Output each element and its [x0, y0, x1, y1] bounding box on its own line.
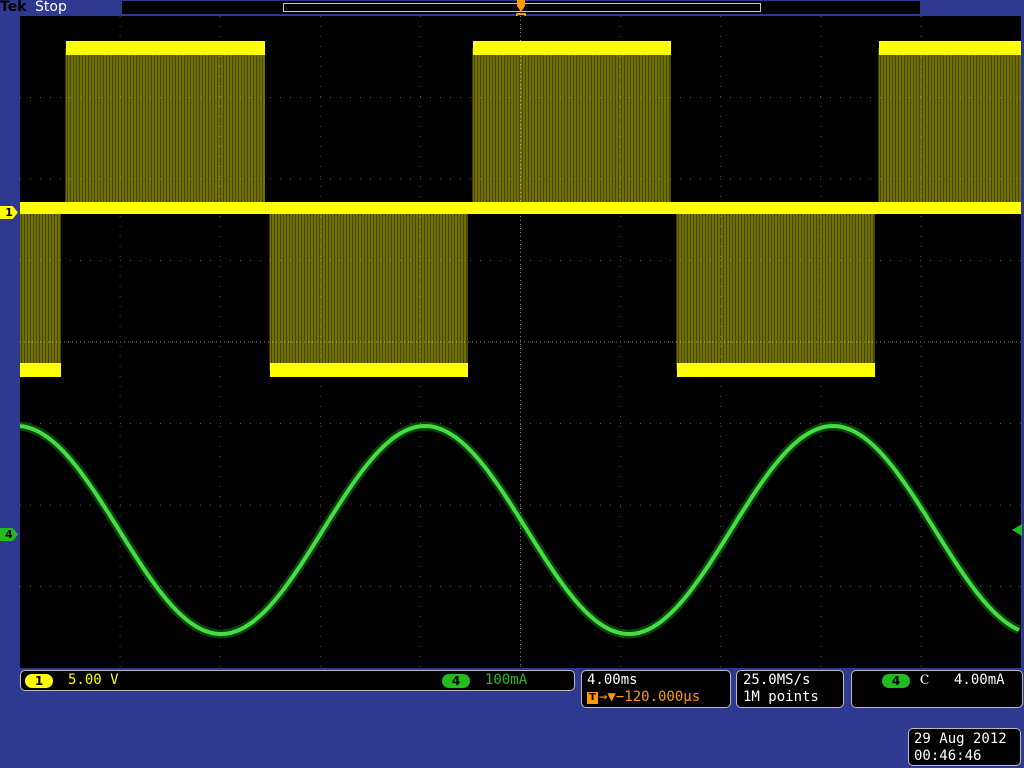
- trigger-position-value: →▼−120.000μs: [599, 689, 701, 705]
- time-scale: 4.00ms: [587, 672, 638, 688]
- timebase-readout[interactable]: 4.00ms T →▼−120.000μs: [581, 670, 731, 708]
- date: 29 Aug 2012: [914, 731, 1007, 747]
- falling-edge-icon: Ⲥ: [920, 672, 930, 688]
- ch4-scale: 100mA: [485, 672, 528, 688]
- trigger-source-badge: 4: [882, 674, 910, 688]
- channel-readout[interactable]: 1 5.00 V 4 100mA: [20, 670, 575, 691]
- status-bar: Tek Stop: [0, 0, 1024, 16]
- ch1-ground-marker[interactable]: 1: [0, 206, 18, 219]
- ch4-ground-marker[interactable]: 4: [0, 528, 18, 541]
- trigger-badge: T: [587, 692, 598, 704]
- time: 00:46:46: [914, 748, 982, 764]
- datetime-readout: 29 Aug 2012 00:46:46: [908, 728, 1021, 766]
- ch4-badge: 4: [442, 674, 470, 688]
- trigger-level: 4.00mA: [954, 672, 1005, 688]
- record-length: 1M points: [743, 689, 819, 705]
- sample-rate: 25.0MS/s: [743, 672, 811, 688]
- ch1-badge: 1: [25, 674, 53, 688]
- ch1-scale: 5.00 V: [68, 672, 119, 688]
- brand-logo: Tek: [0, 0, 27, 15]
- waveform-graticule: [20, 16, 1021, 668]
- trigger-level-marker[interactable]: [1012, 524, 1022, 536]
- acquisition-readout[interactable]: 25.0MS/s 1M points: [736, 670, 844, 708]
- acquisition-state: Stop: [35, 0, 67, 15]
- ch4-waveform: [20, 421, 1021, 639]
- waveform-display[interactable]: [20, 16, 1021, 668]
- trigger-readout[interactable]: 4 Ⲥ 4.00mA: [851, 670, 1023, 708]
